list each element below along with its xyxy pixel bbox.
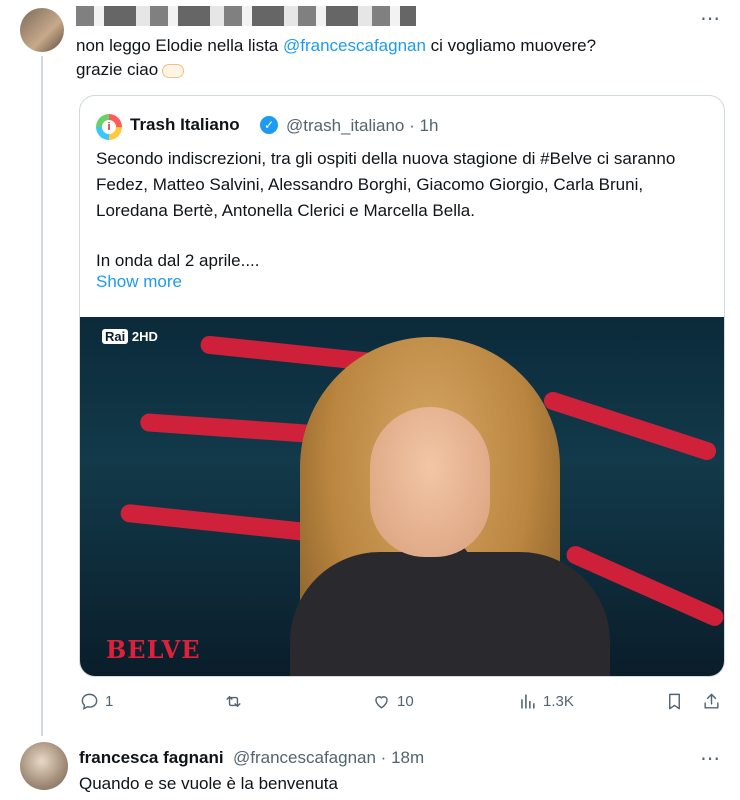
retweet-button[interactable] <box>224 692 249 711</box>
quote-handle-time: @trash_italiano · 1h <box>286 116 439 135</box>
show-logo: BELVE <box>106 635 201 664</box>
tweet-text-end: ci vogliamo muovere? <box>425 36 597 55</box>
tweet-text-start: non leggo Elodie nella lista <box>76 36 283 55</box>
reply-handle-time: @francescafagnan · 18m <box>233 748 425 767</box>
show-more-link[interactable]: Show more <box>96 272 182 292</box>
quote-paragraph-1: Secondo indiscrezioni, tra gli ospiti de… <box>96 149 676 220</box>
bookmark-button[interactable] <box>665 692 684 711</box>
analytics-icon <box>521 694 535 709</box>
tweet-text-line2: grazie ciao <box>76 60 159 79</box>
share-icon <box>704 693 719 709</box>
quote-body: Secondo indiscrezioni, tra gli ospiti de… <box>96 146 708 274</box>
channel-logo: Rai 2HD <box>102 329 158 344</box>
more-options-icon[interactable]: ⋯ <box>700 6 721 31</box>
reply-text: Quando e se vuole è la benvenuta <box>79 774 338 793</box>
heart-hands-emoji-icon <box>162 63 185 78</box>
quoted-tweet-card[interactable]: i Trash Italiano ✓ @trash_italiano · 1h … <box>79 95 725 677</box>
reply-icon <box>81 693 98 710</box>
redacted-username <box>76 6 416 26</box>
views-count: 1.3K <box>543 693 574 710</box>
thread-line <box>41 56 43 736</box>
quote-avatar[interactable]: i <box>96 114 122 140</box>
avatar[interactable] <box>20 8 64 52</box>
like-button[interactable]: 10 <box>372 692 414 711</box>
media-image[interactable]: Rai 2HD BELVE <box>80 317 724 676</box>
reply-author-name[interactable]: francesca fagnani <box>79 748 224 768</box>
reply-count: 1 <box>105 693 114 710</box>
views-button[interactable]: 1.3K <box>518 692 574 711</box>
share-button[interactable] <box>702 692 721 711</box>
tweet-text: non leggo Elodie nella lista @francescaf… <box>76 34 716 82</box>
quote-paragraph-2: In onda dal 2 aprile.... <box>96 251 260 270</box>
avatar[interactable] <box>20 742 68 790</box>
retweet-icon <box>226 696 241 707</box>
quote-author-name[interactable]: Trash Italiano <box>130 115 240 135</box>
red-stripe <box>541 389 719 463</box>
reply-button[interactable]: 1 <box>80 692 113 711</box>
like-count: 10 <box>397 693 414 710</box>
person-face <box>370 407 490 557</box>
heart-icon <box>375 696 388 709</box>
verified-badge-icon: ✓ <box>260 116 278 134</box>
more-options-icon[interactable]: ⋯ <box>700 746 720 771</box>
bookmark-icon <box>669 693 680 710</box>
mention-link[interactable]: @francescafagnan <box>283 36 426 55</box>
